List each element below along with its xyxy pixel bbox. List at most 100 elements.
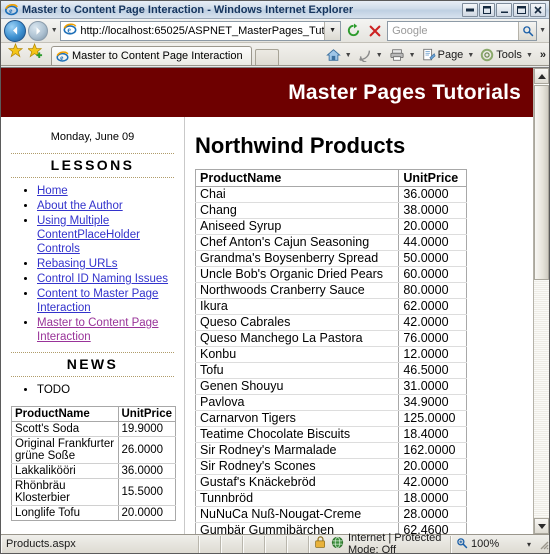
table-row: Chef Anton's Cajun Seasoning 44.0000 bbox=[194, 234, 467, 251]
sidebar-link-about-the-author[interactable]: About the Author bbox=[37, 200, 123, 212]
window-title: Master to Content Page Interaction - Win… bbox=[22, 3, 354, 16]
page-title: Northwind Products bbox=[195, 133, 406, 158]
sidebar-link-content-to-master-page-interaction[interactable]: Content to Master Page Interaction bbox=[37, 288, 158, 314]
restore-small-button[interactable] bbox=[462, 2, 478, 17]
overflow-chevron-icon[interactable]: » bbox=[538, 49, 546, 61]
page-scrollbar[interactable] bbox=[533, 68, 549, 534]
internet-zone-icon bbox=[331, 536, 344, 552]
scroll-up-button[interactable] bbox=[534, 68, 549, 84]
cell-product-name: NuNuCa Nuß-Nougat-Creme bbox=[194, 506, 400, 523]
cell-unit-price: 60.0000 bbox=[398, 266, 467, 283]
table-row: Chang 38.0000 bbox=[194, 202, 467, 219]
cell-unit-price: 125.0000 bbox=[398, 410, 467, 427]
restore-window-button[interactable] bbox=[479, 2, 495, 17]
search-input[interactable]: Google bbox=[387, 20, 538, 41]
cell-product-name: Longlife Tofu bbox=[11, 505, 119, 521]
cell-unit-price: 46.5000 bbox=[398, 362, 467, 379]
add-to-favorites-icon[interactable] bbox=[26, 42, 43, 61]
cell-unit-price: 80.0000 bbox=[398, 282, 467, 299]
cell-product-name: Pavlova bbox=[194, 394, 400, 411]
command-bar: ▼ ▼ ▼ Page ▼ Tools ▼ » bbox=[325, 48, 546, 65]
stop-button[interactable] bbox=[365, 21, 385, 41]
cell-unit-price: 20.0000 bbox=[398, 218, 467, 235]
table-row: Aniseed Syrup 20.0000 bbox=[194, 218, 467, 235]
back-button[interactable] bbox=[4, 19, 26, 42]
cell-unit-price: 42.0000 bbox=[398, 314, 467, 331]
site-title: Master Pages Tutorials bbox=[288, 80, 521, 104]
news-list: TODO bbox=[7, 383, 178, 398]
cell-product-name: Teatime Chocolate Biscuits bbox=[194, 426, 400, 443]
table-row: Carnarvon Tigers 125.0000 bbox=[194, 410, 467, 427]
zoom-control[interactable]: 100% ▾ bbox=[451, 535, 535, 553]
cell-unit-price: 162.0000 bbox=[398, 442, 467, 459]
scroll-down-button[interactable] bbox=[534, 518, 549, 534]
resize-grip[interactable] bbox=[535, 538, 549, 551]
cell-unit-price: 50.0000 bbox=[398, 250, 467, 267]
sidebar-link-rebasing-urls[interactable]: Rebasing URLs bbox=[37, 258, 118, 270]
cell-unit-price: 36.0000 bbox=[398, 186, 467, 203]
table-row: Northwoods Cranberry Sauce 80.0000 bbox=[194, 282, 467, 299]
print-caret-icon[interactable]: ▼ bbox=[408, 52, 419, 59]
address-text: http://localhost:65025/ASPNET_MasterPage… bbox=[80, 24, 325, 37]
close-button[interactable] bbox=[530, 2, 546, 17]
zoom-caret-icon[interactable]: ▾ bbox=[527, 540, 531, 549]
table-row: Grandma's Boysenberry Spread 50.0000 bbox=[194, 250, 467, 267]
cell-product-name: Tunnbröd bbox=[194, 490, 400, 507]
chevron-up-icon bbox=[537, 73, 546, 79]
cell-unit-price: 20.0000 bbox=[398, 458, 467, 475]
list-item: Content to Master Page Interaction bbox=[37, 287, 178, 315]
new-tab-button[interactable] bbox=[254, 49, 279, 65]
minimize-button[interactable] bbox=[496, 2, 512, 17]
address-input[interactable]: e http://localhost:65025/ASPNET_MasterPa… bbox=[60, 20, 342, 41]
search-icon[interactable] bbox=[518, 21, 537, 40]
security-zone-label: Internet | Protected Mode: Off bbox=[348, 532, 442, 554]
cell-unit-price: 31.0000 bbox=[398, 378, 467, 395]
scrollbar-thumb[interactable] bbox=[534, 85, 549, 280]
address-dropdown-icon[interactable]: ▼ bbox=[324, 21, 341, 40]
favorites-center-icon[interactable] bbox=[7, 42, 24, 61]
tools-menu-button[interactable]: Tools bbox=[479, 48, 523, 62]
cell-unit-price: 44.0000 bbox=[398, 234, 467, 251]
security-zone-cell[interactable]: Internet | Protected Mode: Off bbox=[309, 532, 451, 553]
site-banner: Master Pages Tutorials bbox=[1, 68, 533, 117]
sidebar-link-control-id-naming-issues[interactable]: Control ID Naming Issues bbox=[37, 273, 168, 285]
table-row: Longlife Tofu 20.0000 bbox=[11, 505, 176, 521]
browser-tab[interactable]: e Master to Content Page Interaction bbox=[51, 46, 252, 65]
products-table-body: Chai 36.0000 Chang 38.0000 Aniseed Syrup 20… bbox=[194, 186, 467, 534]
table-row: Sir Rodney's Marmalade 162.0000 bbox=[194, 442, 467, 459]
print-button[interactable] bbox=[388, 48, 406, 62]
recent-pages-caret-icon[interactable]: ▼ bbox=[50, 27, 58, 34]
sidebar-link-home[interactable]: Home bbox=[37, 185, 68, 197]
page-caret-icon[interactable]: ▼ bbox=[466, 52, 477, 59]
tools-caret-icon[interactable]: ▼ bbox=[525, 52, 536, 59]
page-menu-button[interactable]: Page bbox=[421, 48, 465, 62]
address-bar: ▼ e http://localhost:65025/ASPNET_Master… bbox=[1, 19, 549, 43]
protected-mode-icon bbox=[314, 536, 327, 552]
maximize-button[interactable] bbox=[513, 2, 529, 17]
sidebar-link-master-to-content-page-interaction[interactable]: Master to Content Page Interaction bbox=[37, 317, 158, 343]
column-header-productname: ProductName bbox=[11, 406, 119, 422]
list-item: Master to Content Page Interaction bbox=[37, 316, 178, 344]
list-item: TODO bbox=[37, 383, 178, 398]
table-header-row: ProductName UnitPrice bbox=[194, 169, 467, 187]
home-button[interactable] bbox=[325, 48, 342, 62]
cell-unit-price: 18.4000 bbox=[398, 426, 467, 443]
forward-button[interactable] bbox=[28, 20, 48, 41]
table-row: NuNuCa Nuß-Nougat-Creme 28.0000 bbox=[194, 506, 467, 523]
table-row: Sir Rodney's Scones 20.0000 bbox=[194, 458, 467, 475]
table-row: Ikura 62.0000 bbox=[194, 298, 467, 315]
cell-product-name: Chai bbox=[194, 186, 400, 203]
refresh-button[interactable] bbox=[343, 21, 363, 41]
lessons-heading: LESSONS bbox=[11, 153, 174, 178]
search-dropdown-caret-icon[interactable]: ▼ bbox=[539, 27, 546, 34]
zoom-icon bbox=[456, 537, 468, 552]
cell-product-name: Queso Cabrales bbox=[194, 314, 400, 331]
home-caret-icon[interactable]: ▼ bbox=[344, 52, 355, 59]
sidebar-link-using-multiple-contentplaceholder-controls[interactable]: Using Multiple ContentPlaceHolder Contro… bbox=[37, 215, 140, 255]
page-menu-label: Page bbox=[437, 49, 464, 61]
feeds-button[interactable] bbox=[357, 48, 373, 62]
cell-unit-price: 12.0000 bbox=[398, 346, 467, 363]
tools-menu-label: Tools bbox=[496, 49, 522, 61]
feeds-caret-icon[interactable]: ▼ bbox=[375, 52, 386, 59]
status-page-name: Products.aspx bbox=[1, 535, 199, 553]
